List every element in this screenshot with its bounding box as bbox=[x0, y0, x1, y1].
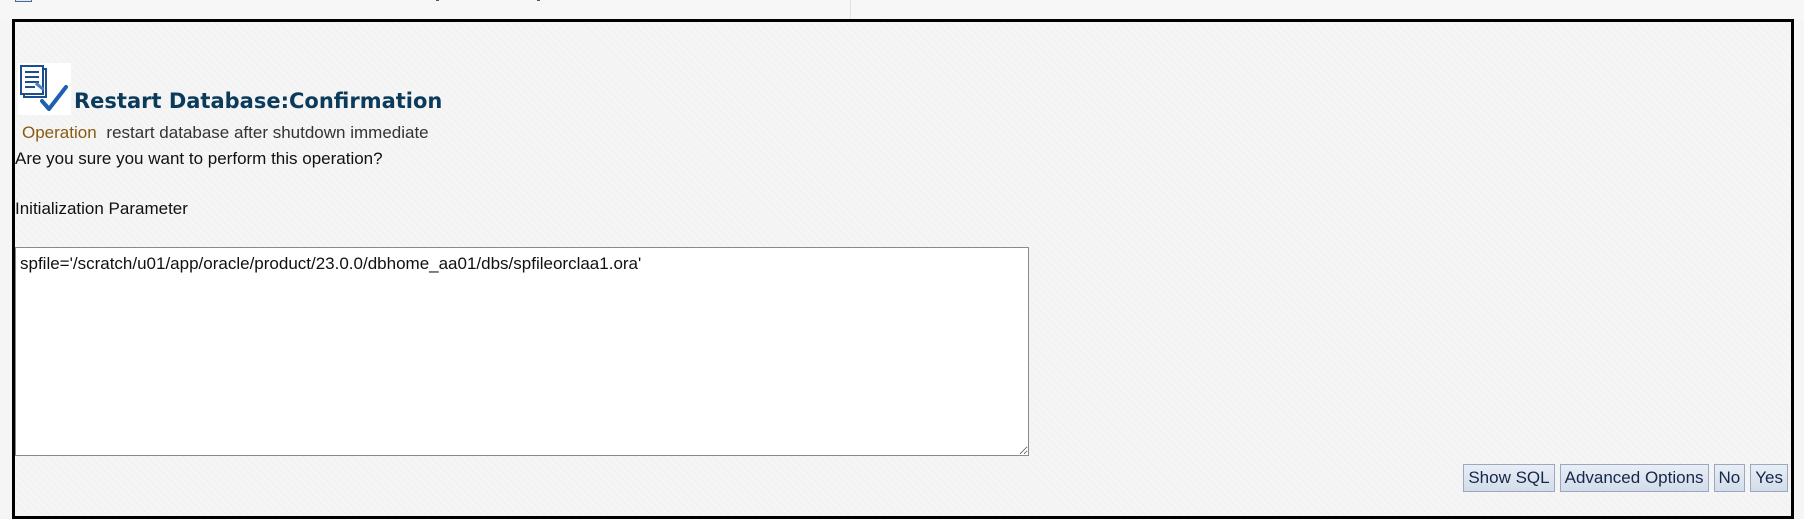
operation-label: Operation bbox=[22, 123, 97, 142]
partial-text-fragment bbox=[537, 0, 540, 1]
confirmation-document-check-icon bbox=[18, 63, 71, 115]
confirmation-question: Are you sure you want to perform this op… bbox=[15, 149, 383, 168]
operation-value: restart database after shutdown immediat… bbox=[106, 123, 429, 142]
confirmation-panel: Restart Database:Confirmation Operation … bbox=[12, 19, 1794, 519]
no-button[interactable]: No bbox=[1713, 464, 1746, 492]
page-title: Restart Database:Confirmation bbox=[74, 89, 443, 113]
top-strip bbox=[0, 0, 1804, 20]
partial-checkbox[interactable] bbox=[15, 0, 32, 2]
partial-text-fragment bbox=[436, 0, 439, 1]
show-sql-button[interactable]: Show SQL bbox=[1463, 464, 1555, 492]
init-param-label: Initialization Parameter bbox=[15, 199, 188, 218]
init-param-textarea[interactable]: spfile='/scratch/u01/app/oracle/product/… bbox=[15, 247, 1029, 456]
button-bar: Show SQL Advanced Options No Yes bbox=[1463, 464, 1788, 492]
column-divider bbox=[850, 0, 851, 20]
operation-row: Operation restart database after shutdow… bbox=[22, 123, 429, 143]
advanced-options-button[interactable]: Advanced Options bbox=[1559, 464, 1709, 492]
yes-button[interactable]: Yes bbox=[1750, 464, 1788, 492]
